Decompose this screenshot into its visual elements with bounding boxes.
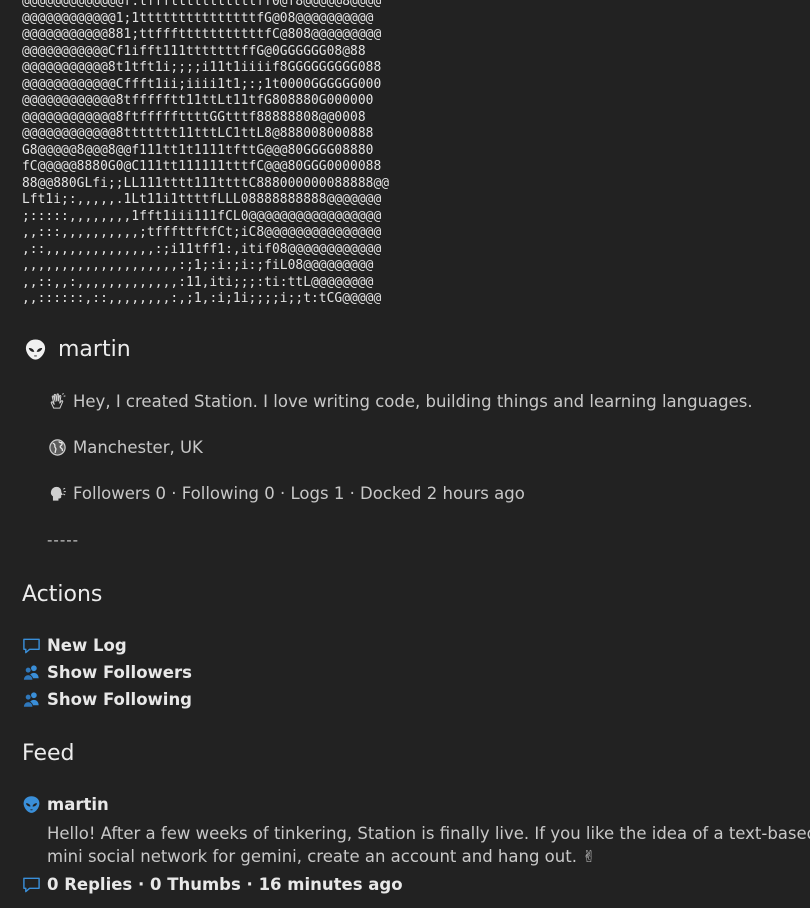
show-following-link[interactable]: Show Following [22,690,192,709]
ascii-art-banner: @@@@@@@@@@@@@f:tffftttttttttttff0@f8@@@@… [22,0,390,306]
globe-icon [49,439,66,456]
profile-location: Manchester, UK [48,438,203,457]
feed-heading: Feed [22,741,75,766]
speaking-head-icon [50,486,66,501]
feed-post-body: Hello! After a few weeks of tinkering, S… [47,824,810,866]
profile-header: martin [24,337,131,362]
actions-heading: Actions [22,582,103,607]
show-followers-link[interactable]: Show Followers [22,663,192,682]
profile-stats: Followers 0 · Following 0 · Logs 1 · Doc… [48,484,525,503]
alien-icon [25,339,46,360]
feed-post-replies-link[interactable]: 0 Replies · 0 Thumbs · 16 minutes ago [22,875,403,894]
waving-hand-icon [50,393,66,409]
alien-icon [23,796,40,813]
profile-bio: Hey, I created Station. I love writing c… [48,392,753,411]
people-icon [23,665,39,681]
people-icon [23,692,39,708]
new-log-link[interactable]: New Log [22,636,127,655]
section-divider: ----- [47,531,80,549]
feed-post-author[interactable]: martin [22,795,109,814]
speech-bubble-icon [23,638,40,654]
speech-bubble-icon [23,877,40,893]
profile-name: martin [58,337,131,362]
